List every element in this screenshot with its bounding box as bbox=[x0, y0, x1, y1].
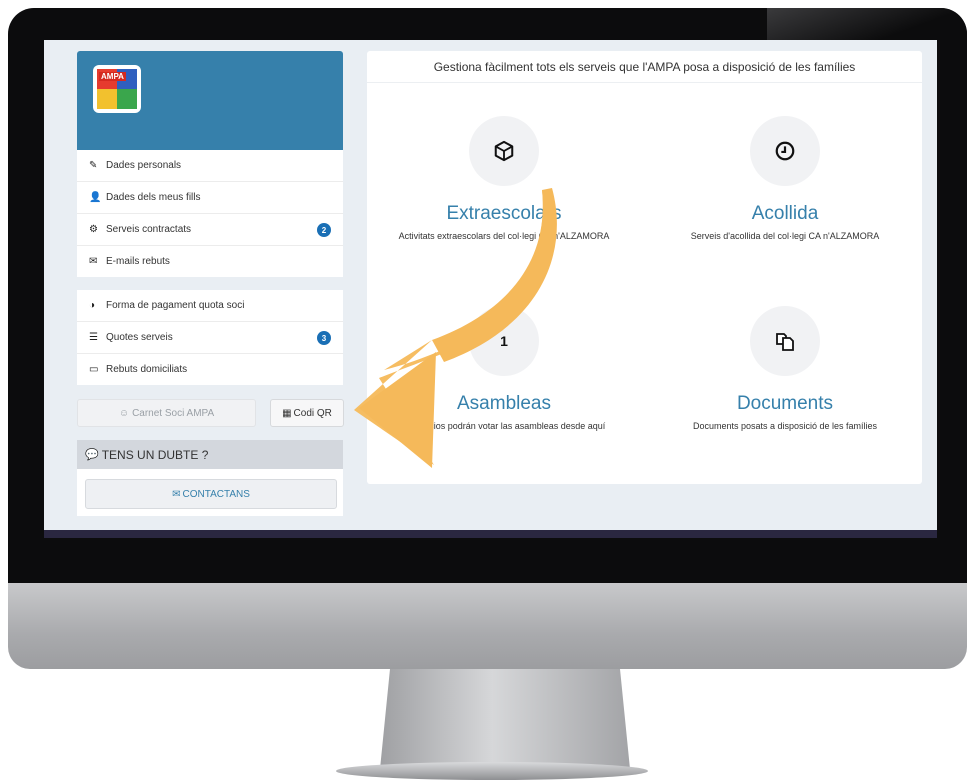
monitor-chin bbox=[8, 583, 967, 669]
screen: AMPA ✎ Dades personals 👤 Dades dels meus… bbox=[44, 40, 937, 538]
monitor-stand bbox=[380, 669, 630, 769]
annotation-arrow bbox=[354, 188, 557, 468]
monitor-stand-base bbox=[336, 762, 648, 780]
